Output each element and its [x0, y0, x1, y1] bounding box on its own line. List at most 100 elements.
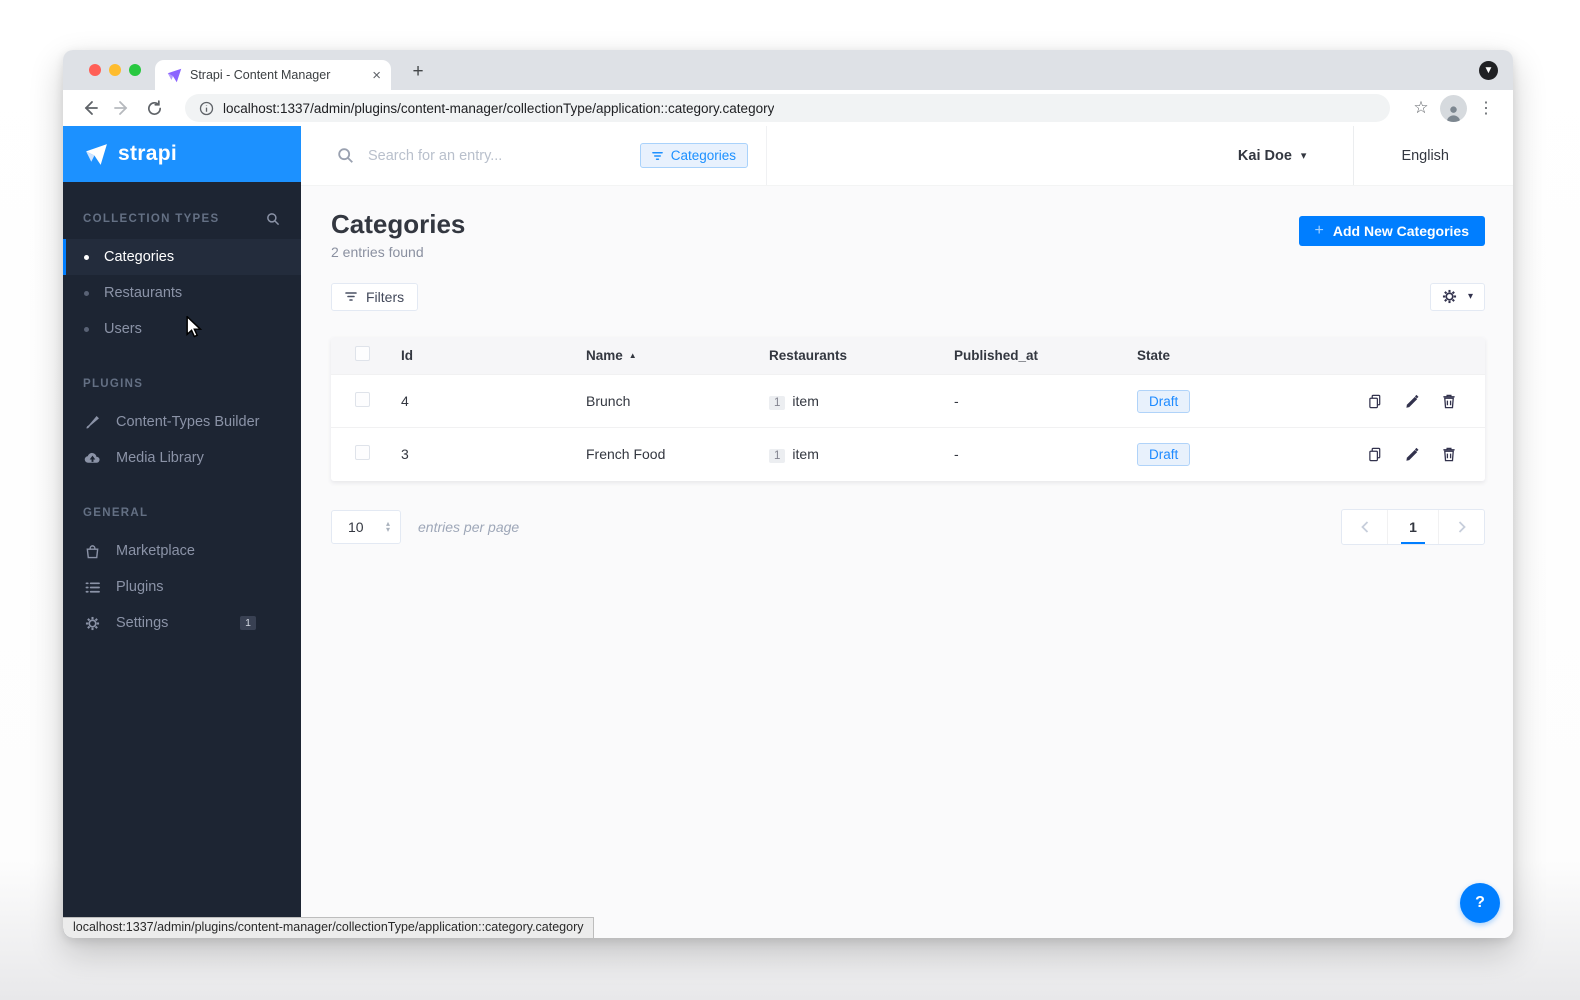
sidebar-section-plugins: PLUGINS Content-Types Builder Media Libr…	[63, 374, 301, 476]
duplicate-icon[interactable]	[1367, 393, 1383, 409]
page-heading: Categories 2 entries found	[331, 210, 465, 260]
browser-tab-strip: Strapi - Content Manager × + ▼	[63, 50, 1513, 90]
per-page-select[interactable]: 10 ▴ ▾	[331, 509, 401, 544]
entries-table: Id Name▲ Restaurants Published_at State	[331, 336, 1485, 481]
column-header-id[interactable]: Id	[401, 336, 586, 375]
draft-state-badge: Draft	[1137, 442, 1191, 466]
delete-trash-icon[interactable]	[1441, 446, 1457, 462]
select-all-checkbox[interactable]	[355, 346, 370, 362]
sidebar-item-label: Marketplace	[116, 543, 195, 559]
page-number[interactable]: 1	[1387, 509, 1439, 544]
row-checkbox[interactable]	[355, 392, 370, 408]
section-title: PLUGINS	[83, 378, 144, 390]
delete-trash-icon[interactable]	[1441, 393, 1457, 409]
prev-page-button[interactable]	[1342, 510, 1387, 544]
sidebar-item-content-types-builder[interactable]: Content-Types Builder	[63, 404, 301, 440]
window-controls	[89, 64, 141, 76]
strapi-admin: strapi COLLECTION TYPES Categories Resta…	[63, 126, 1513, 938]
user-zone: Kai Doe ▾ English	[767, 126, 1513, 185]
table-row[interactable]: 4 Brunch 1 item - Draft	[331, 374, 1485, 428]
browser-toolbar: localhost:1337/admin/plugins/content-man…	[63, 90, 1513, 126]
user-menu[interactable]: Kai Doe	[1238, 148, 1292, 164]
next-page-button[interactable]	[1439, 510, 1484, 544]
bullet-icon	[84, 290, 89, 296]
sidebar-item-categories[interactable]: Categories	[63, 239, 301, 275]
forward-button[interactable]	[109, 95, 135, 121]
site-info-icon[interactable]	[199, 101, 214, 116]
reload-button[interactable]	[141, 95, 167, 121]
tab-title: Strapi - Content Manager	[190, 68, 331, 82]
column-header-state[interactable]: State	[1137, 336, 1355, 375]
categories-filter-chip[interactable]: Categories	[639, 143, 748, 168]
strapi-logo[interactable]: strapi	[63, 126, 301, 182]
table-row[interactable]: 3 French Food 1 item - Draft	[331, 427, 1485, 481]
sort-asc-icon: ▲	[628, 350, 637, 360]
divider	[1353, 126, 1355, 185]
duplicate-icon[interactable]	[1367, 446, 1383, 462]
chevron-down-icon: ▾	[1467, 291, 1473, 303]
minimize-window-button[interactable]	[109, 64, 121, 76]
sidebar-item-label: Users	[104, 321, 142, 337]
close-tab-icon[interactable]: ×	[372, 68, 381, 83]
count-badge: 1	[769, 395, 786, 410]
zoom-window-button[interactable]	[129, 64, 141, 76]
entries-count: 2 entries found	[331, 243, 424, 260]
browser-menu-icon[interactable]: ⋮	[1473, 95, 1499, 121]
language-selector[interactable]: English	[1401, 148, 1449, 164]
url-bar[interactable]: localhost:1337/admin/plugins/content-man…	[185, 94, 1390, 122]
sidebar-item-restaurants[interactable]: Restaurants	[63, 275, 301, 311]
count-badge: 1	[769, 448, 786, 463]
strapi-logo-text: strapi	[118, 142, 177, 165]
edit-pencil-icon[interactable]	[1404, 446, 1420, 462]
sidebar: strapi COLLECTION TYPES Categories Resta…	[63, 126, 301, 938]
sidebar-item-users[interactable]: Users	[63, 311, 301, 347]
browser-profile-avatar[interactable]	[1440, 94, 1467, 122]
gear-icon	[84, 615, 101, 632]
search-input[interactable]	[368, 147, 626, 164]
sidebar-item-media-library[interactable]: Media Library	[63, 440, 301, 476]
add-new-categories-button[interactable]: + Add New Categories	[1298, 216, 1485, 246]
bullet-icon	[84, 326, 89, 332]
sidebar-item-label: Restaurants	[104, 285, 183, 301]
bullet-icon	[84, 254, 89, 260]
cell-state: Draft	[1137, 374, 1355, 428]
chevron-right-icon	[1458, 520, 1466, 533]
view-settings-button[interactable]: ▾	[1429, 282, 1485, 311]
new-tab-button[interactable]: +	[405, 59, 431, 85]
sidebar-item-plugins[interactable]: Plugins	[63, 569, 301, 605]
chevron-down-icon[interactable]: ▾	[1301, 149, 1307, 162]
sidebar-item-label: Settings	[116, 615, 169, 631]
edit-pencil-icon[interactable]	[1404, 393, 1420, 409]
per-page-value: 10	[348, 518, 364, 535]
entry-search-zone: Categories	[301, 126, 767, 185]
browser-tab[interactable]: Strapi - Content Manager ×	[155, 60, 391, 90]
sidebar-item-label: Plugins	[116, 579, 164, 595]
search-icon[interactable]	[264, 211, 281, 228]
row-checkbox[interactable]	[355, 445, 370, 461]
plus-icon: +	[1314, 222, 1324, 239]
strapi-favicon-icon	[167, 68, 182, 83]
column-header-restaurants[interactable]: Restaurants	[769, 336, 954, 375]
gear-icon	[1442, 290, 1457, 304]
section-title: GENERAL	[83, 507, 149, 519]
sidebar-item-settings[interactable]: Settings 1	[63, 605, 301, 641]
help-button[interactable]: ?	[1460, 883, 1500, 923]
status-bar-url: localhost:1337/admin/plugins/content-man…	[63, 917, 594, 938]
cell-state: Draft	[1137, 427, 1355, 481]
section-title: COLLECTION TYPES	[83, 213, 220, 225]
filters-button[interactable]: Filters	[331, 282, 419, 311]
entries-per-page: 10 ▴ ▾ entries per page	[331, 509, 520, 544]
back-button[interactable]	[77, 95, 103, 121]
sidebar-item-marketplace[interactable]: Marketplace	[63, 533, 301, 569]
bookmark-star-icon[interactable]: ☆	[1408, 95, 1434, 121]
cell-restaurants: 1 item	[769, 427, 954, 481]
column-header-name[interactable]: Name ▲	[586, 336, 769, 375]
filters-button-label: Filters	[366, 288, 405, 305]
tab-search-button[interactable]: ▼	[1479, 61, 1498, 80]
column-header-published-at[interactable]: Published_at	[954, 336, 1137, 375]
marketplace-bag-icon	[84, 543, 101, 560]
close-window-button[interactable]	[89, 64, 101, 76]
cloud-upload-icon	[84, 450, 101, 467]
per-page-label: entries per page	[418, 518, 520, 535]
sidebar-section-collection-types: COLLECTION TYPES Categories Restaurants	[63, 209, 301, 347]
